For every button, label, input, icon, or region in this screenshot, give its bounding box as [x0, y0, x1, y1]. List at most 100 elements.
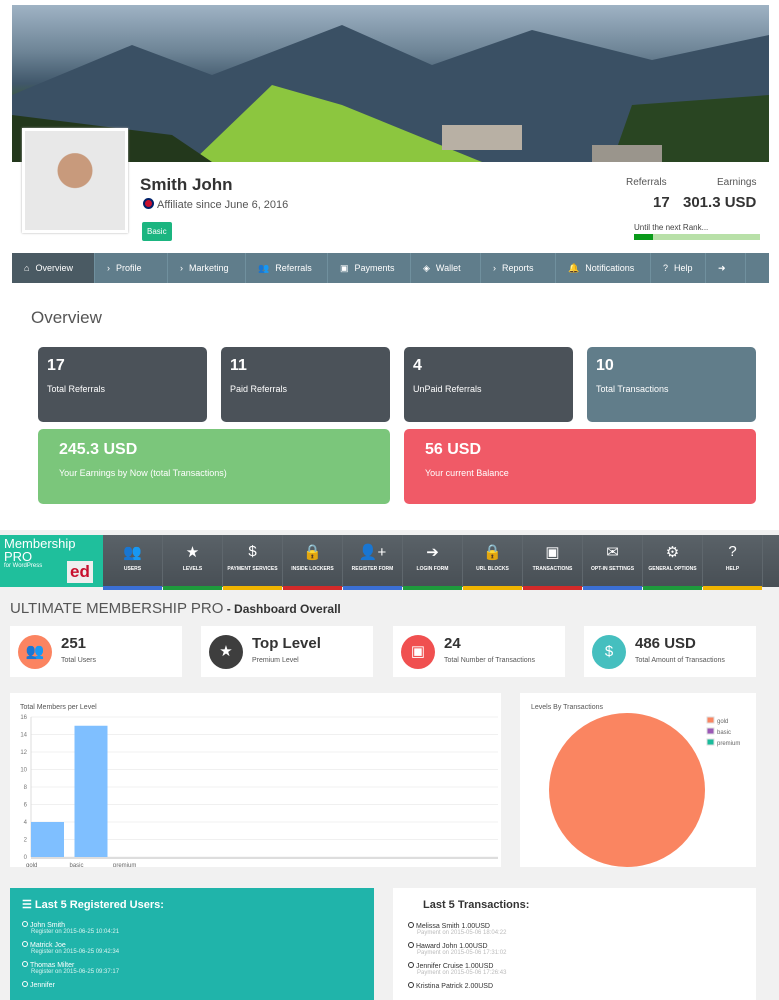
toolbar-opt-in-settings[interactable]: ✉ OPT-IN SETTINGS: [583, 535, 643, 590]
toolbar-label: LEVELS: [182, 566, 203, 572]
star-icon: ★: [185, 544, 200, 561]
y-tick-label: 14: [20, 733, 27, 739]
item-name: Thomas Milter: [30, 962, 75, 969]
bell-icon: 🔔: [568, 262, 580, 273]
overview-card: 11 Paid Referrals: [221, 347, 390, 422]
user-plus-icon: 👤+: [358, 544, 387, 561]
nav-label: Referrals: [275, 263, 312, 273]
toolbar-transactions[interactable]: ▣ TRANSACTIONS: [523, 535, 583, 590]
dashboard-title: ULTIMATE MEMBERSHIP PRO - Dashboard Over…: [10, 600, 341, 618]
user-name: Smith John: [140, 175, 233, 194]
card-label: Total Transactions: [596, 384, 669, 394]
members-per-level-chart: Total Members per Level 0 2 4 6 8 10 12 14 16 gol…: [10, 693, 501, 867]
item-name: Kristina Patrick 2.00USD: [416, 983, 494, 990]
stat-label: Total Number of Transactions: [444, 657, 536, 664]
toolbar-levels[interactable]: ★ LEVELS: [163, 535, 223, 590]
circle-icon: [408, 922, 414, 928]
legend-swatch: [706, 727, 715, 735]
list-item: Jennifer: [22, 981, 362, 989]
referrals-value: 17: [653, 194, 670, 211]
nav-label: Help: [674, 263, 693, 273]
y-tick-label: 16: [20, 715, 27, 721]
rank-badge: Basic: [142, 222, 172, 241]
y-tick-label: 0: [24, 855, 28, 861]
page-title: Overview: [31, 308, 102, 327]
stat-box: $486 USD Total Amount of Transactions: [584, 626, 756, 677]
y-tick-label: 4: [24, 820, 28, 826]
color-stripe: [583, 586, 642, 590]
chevron-right-icon: ›: [107, 263, 110, 273]
toolbar-label: REGISTER FORM: [351, 566, 394, 572]
y-tick-label: 8: [24, 785, 28, 791]
card-label: UnPaid Referrals: [413, 384, 482, 394]
nav-label: Marketing: [189, 263, 229, 273]
toolbar-login-form[interactable]: ➔ LOGIN FORM: [403, 535, 463, 590]
stat-value: Top Level: [252, 635, 321, 652]
lock-icon: 🔒: [303, 544, 322, 561]
next-rank-label: Until the next Rank...: [634, 223, 709, 232]
overview-card: 56 USD Your current Balance: [404, 429, 756, 504]
toolbar-inside-lockers[interactable]: 🔒 INSIDE LOCKERS: [283, 535, 343, 590]
y-tick-label: 10: [20, 768, 27, 774]
list-item: Matrick Joe Register on 2015-06-25 09:42:…: [22, 941, 362, 955]
nav-item-logout[interactable]: ➜: [706, 253, 746, 283]
nav-item-help[interactable]: ? Help: [651, 253, 706, 283]
panel-title: ☰ Last 5 Registered Users:: [22, 898, 362, 911]
users-icon: 👥: [258, 262, 270, 273]
ump-logo: Membership PRO for WordPress ed: [0, 535, 103, 587]
nav-item-marketing[interactable]: › Marketing: [168, 253, 246, 283]
color-stripe: [223, 586, 282, 590]
nav-item-notifications[interactable]: 🔔 Notifications: [556, 253, 651, 283]
nav-item-overview[interactable]: ⌂ Overview: [12, 253, 95, 283]
x-axis: [31, 857, 498, 859]
toolbar-help[interactable]: ? HELP: [703, 535, 763, 590]
nav-item-payments[interactable]: ▣ Payments: [328, 253, 411, 283]
title-sub: - Dashboard Overall: [223, 602, 341, 616]
stat-label: Total Amount of Transactions: [635, 657, 725, 664]
dollar-icon: $: [592, 635, 626, 669]
y-tick-label: 6: [24, 803, 28, 809]
color-stripe: [103, 586, 162, 590]
money-icon: ▣: [401, 635, 435, 669]
toolbar-label: INSIDE LOCKERS: [291, 566, 334, 572]
stat-value: 486 USD: [635, 635, 696, 652]
avatar: [22, 128, 128, 233]
item-name: Haward John 1.00USD: [416, 943, 488, 950]
nav-label: Notifications: [585, 263, 635, 273]
color-stripe: [343, 586, 402, 590]
list-item: Thomas Milter Register on 2015-06-25 09:3…: [22, 961, 362, 975]
toolbar-payment-services[interactable]: $ PAYMENT SERVICES: [223, 535, 283, 590]
list-icon: ☰: [22, 899, 35, 911]
nav-item-profile[interactable]: › Profile: [95, 253, 168, 283]
color-stripe: [403, 586, 462, 590]
toolbar-url-blocks[interactable]: 🔒 URL BLOCKS: [463, 535, 523, 590]
nav-item-reports[interactable]: › Reports: [481, 253, 556, 283]
since-text: Affiliate since June 6, 2016: [157, 199, 289, 211]
bar-gold: [31, 822, 64, 857]
nav-item-referrals[interactable]: 👥 Referrals: [246, 253, 328, 283]
legend-label: premium: [717, 741, 740, 747]
color-stripe: [283, 586, 342, 590]
lock-icon: 🔒: [483, 544, 502, 561]
toolbar-general-options[interactable]: ⚙ GENERAL OPTIONS: [643, 535, 703, 590]
users-icon: 👥: [123, 544, 142, 561]
star-icon: ★: [209, 635, 243, 669]
color-stripe: [643, 586, 702, 590]
toolbar-register-form[interactable]: 👤+ REGISTER FORM: [343, 535, 403, 590]
users-title: Last 5 Registered Users:: [34, 899, 164, 911]
overview-card: 4 UnPaid Referrals: [404, 347, 573, 422]
circle-icon: [22, 921, 28, 927]
item-name: Melissa Smith 1.00USD: [416, 923, 490, 930]
logout-icon: ➜: [718, 262, 726, 273]
card-value: 11: [230, 357, 247, 374]
item-date: Register on 2015-06-25 10:04:21: [31, 929, 120, 935]
nav-item-wallet[interactable]: ◈ Wallet: [411, 253, 481, 283]
stat-box: ★ Top Level Premium Level: [201, 626, 373, 677]
logo-badge: ed: [67, 561, 93, 583]
circle-icon: [22, 961, 28, 967]
toolbar-label: GENERAL OPTIONS: [648, 566, 697, 572]
toolbar-users[interactable]: 👥 USERS: [103, 535, 163, 590]
list-item: Melissa Smith 1.00USD Payment on 2015-05-…: [408, 922, 741, 936]
chevron-right-icon: ›: [493, 263, 496, 273]
nav-label: Payments: [354, 263, 395, 273]
